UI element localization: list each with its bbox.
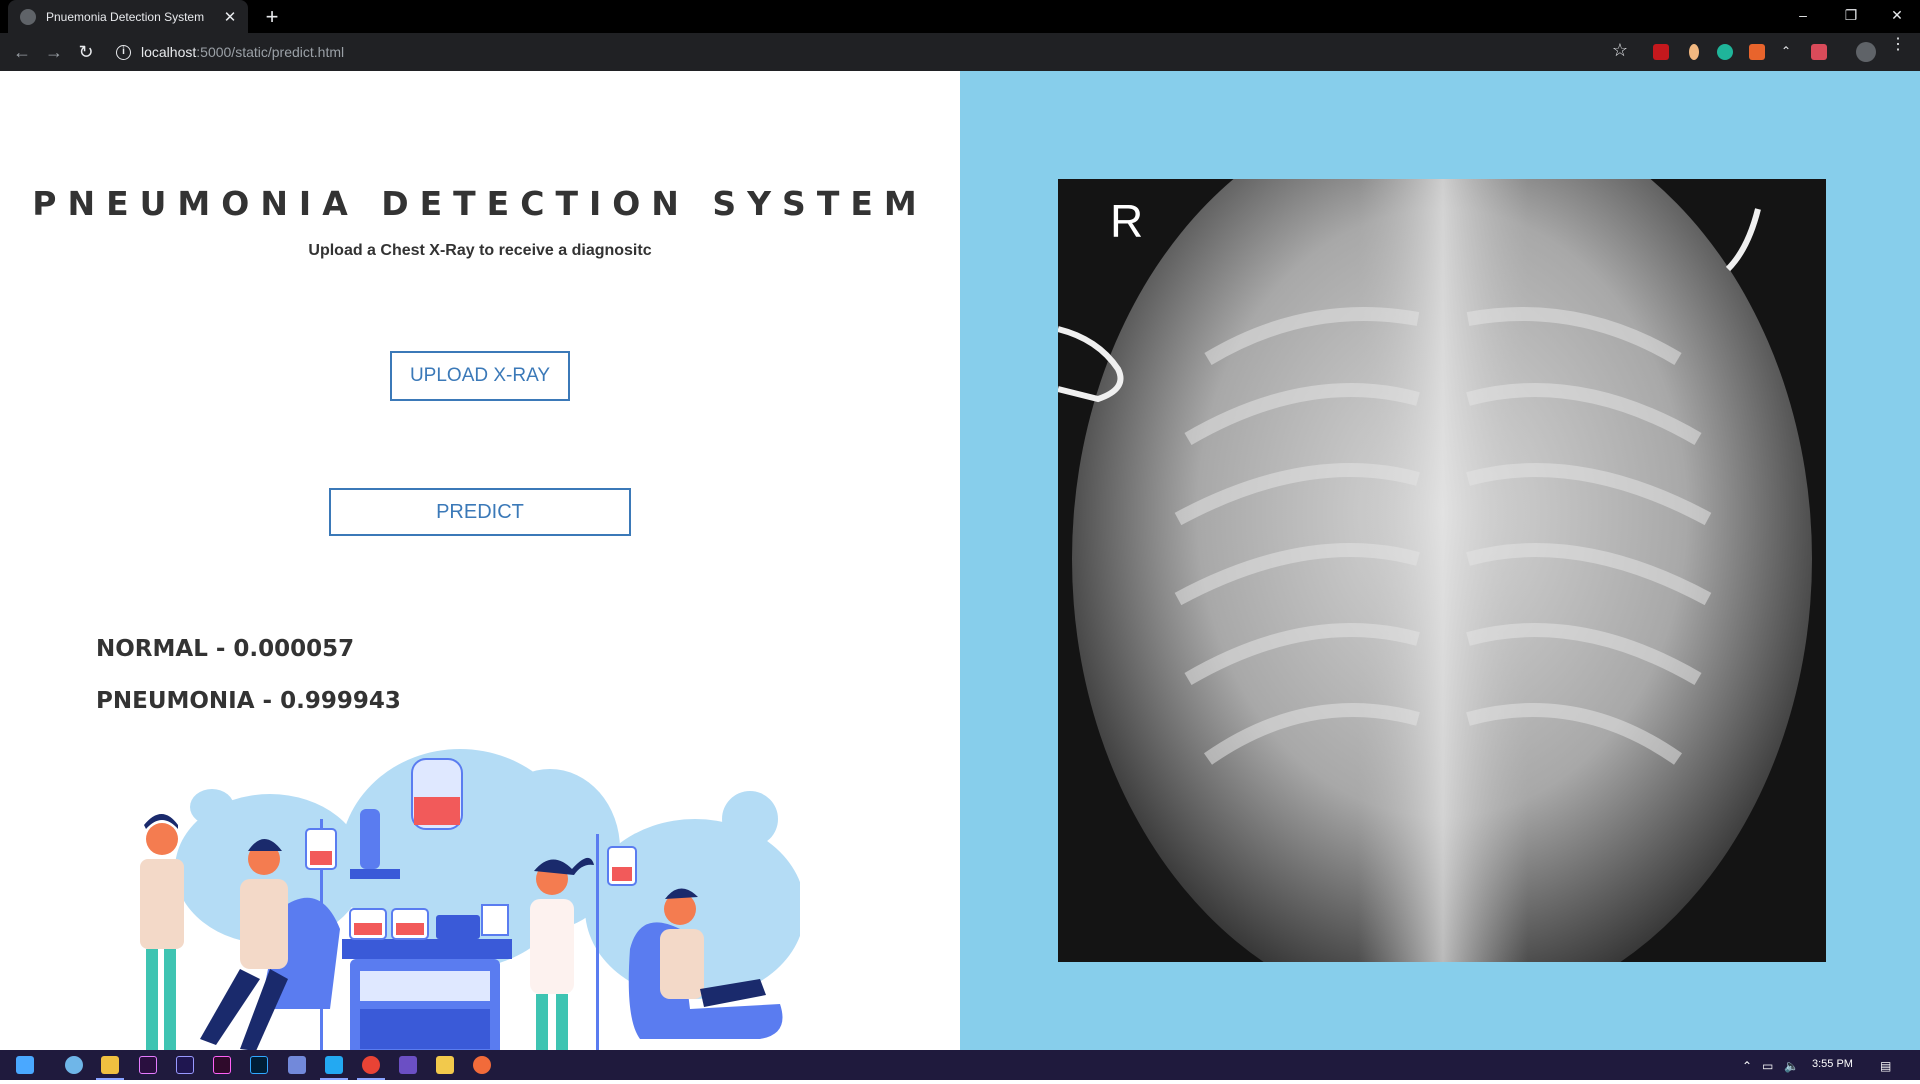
page-subtitle: Upload a Chest X-Ray to receive a diagno…: [308, 242, 652, 259]
result-pneumonia: PNEUMONIA - 0.999943: [96, 688, 401, 714]
network-icon[interactable]: ▭: [1762, 1059, 1773, 1073]
notifications-icon[interactable]: ▤: [1880, 1059, 1891, 1073]
taskbar: ⌃ ▭ 🔈 3:55 PM ▤: [0, 1050, 1920, 1080]
info-icon[interactable]: i: [116, 44, 131, 60]
left-panel: PNEUMONIA DETECTION SYSTEM Upload a Ches…: [0, 71, 960, 1074]
discord-icon[interactable]: [288, 1056, 306, 1074]
photoshop-icon[interactable]: [250, 1056, 268, 1074]
forward-arrow-icon[interactable]: →: [42, 40, 66, 64]
result-normal: NORMAL - 0.000057: [96, 636, 355, 662]
vscode-icon[interactable]: [325, 1056, 343, 1074]
tab-close-icon[interactable]: ✕: [222, 8, 238, 26]
new-tab-button[interactable]: +: [260, 3, 284, 31]
globe-icon: [20, 8, 36, 25]
after-effects-icon[interactable]: [176, 1056, 194, 1074]
window-close-button[interactable]: ✕: [1874, 0, 1920, 30]
xray-marker: R: [1110, 195, 1143, 247]
back-arrow-icon[interactable]: ←: [10, 40, 34, 64]
url-host: localhost: [141, 44, 197, 60]
app-icon[interactable]: [399, 1056, 417, 1074]
restore-button[interactable]: ❐: [1828, 0, 1874, 30]
url-path: :5000/static/predict.html: [196, 44, 345, 60]
extension-icon[interactable]: ⌃: [1781, 44, 1797, 60]
app-icon[interactable]: [436, 1056, 454, 1074]
taskbar-clock[interactable]: 3:55 PM: [1812, 1058, 1853, 1070]
extension-icon[interactable]: [1811, 44, 1827, 60]
tab-title: Pnuemonia Detection System: [46, 9, 205, 24]
page: PNEUMONIA DETECTION SYSTEM Upload a Ches…: [0, 71, 1920, 1074]
steam-icon[interactable]: [65, 1056, 83, 1074]
windows-start-icon[interactable]: [16, 1056, 34, 1074]
bookmark-star-icon[interactable]: ☆: [1612, 40, 1628, 61]
reload-icon[interactable]: ↻: [74, 40, 98, 64]
upload-xray-button[interactable]: UPLOAD X-RAY: [390, 351, 570, 401]
adblock-extension-icon[interactable]: [1653, 44, 1669, 60]
medical-illustration: [130, 749, 800, 1074]
extension-icon[interactable]: [1749, 44, 1765, 60]
chrome-icon[interactable]: [362, 1056, 380, 1074]
address-bar[interactable]: i localhost:5000/static/predict.html ☆: [108, 37, 1638, 67]
menu-dots-icon[interactable]: ⋮: [1890, 37, 1906, 53]
profile-avatar[interactable]: [1856, 42, 1876, 62]
chest-xray-image: R: [1058, 179, 1826, 962]
browser-tab[interactable]: Pnuemonia Detection System ✕: [8, 0, 248, 33]
file-explorer-icon[interactable]: [101, 1056, 119, 1074]
browser-toolbar: ← → ↻ i localhost:5000/static/predict.ht…: [0, 33, 1920, 71]
page-title: PNEUMONIA DETECTION SYSTEM: [32, 184, 928, 223]
premiere-icon[interactable]: [139, 1056, 157, 1074]
extension-icon[interactable]: [1689, 44, 1699, 60]
app-icon[interactable]: [473, 1056, 491, 1074]
volume-icon[interactable]: 🔈: [1784, 1059, 1799, 1073]
chevron-up-icon[interactable]: ⌃: [1742, 1059, 1752, 1073]
predict-button[interactable]: PREDICT: [329, 488, 631, 536]
extension-m-icon[interactable]: [1717, 44, 1733, 60]
adobe-xd-icon[interactable]: [213, 1056, 231, 1074]
browser-tab-bar: Pnuemonia Detection System ✕ + – ❐ ✕: [0, 0, 1920, 33]
right-panel: R: [960, 71, 1920, 1050]
minimize-button[interactable]: –: [1780, 0, 1826, 30]
